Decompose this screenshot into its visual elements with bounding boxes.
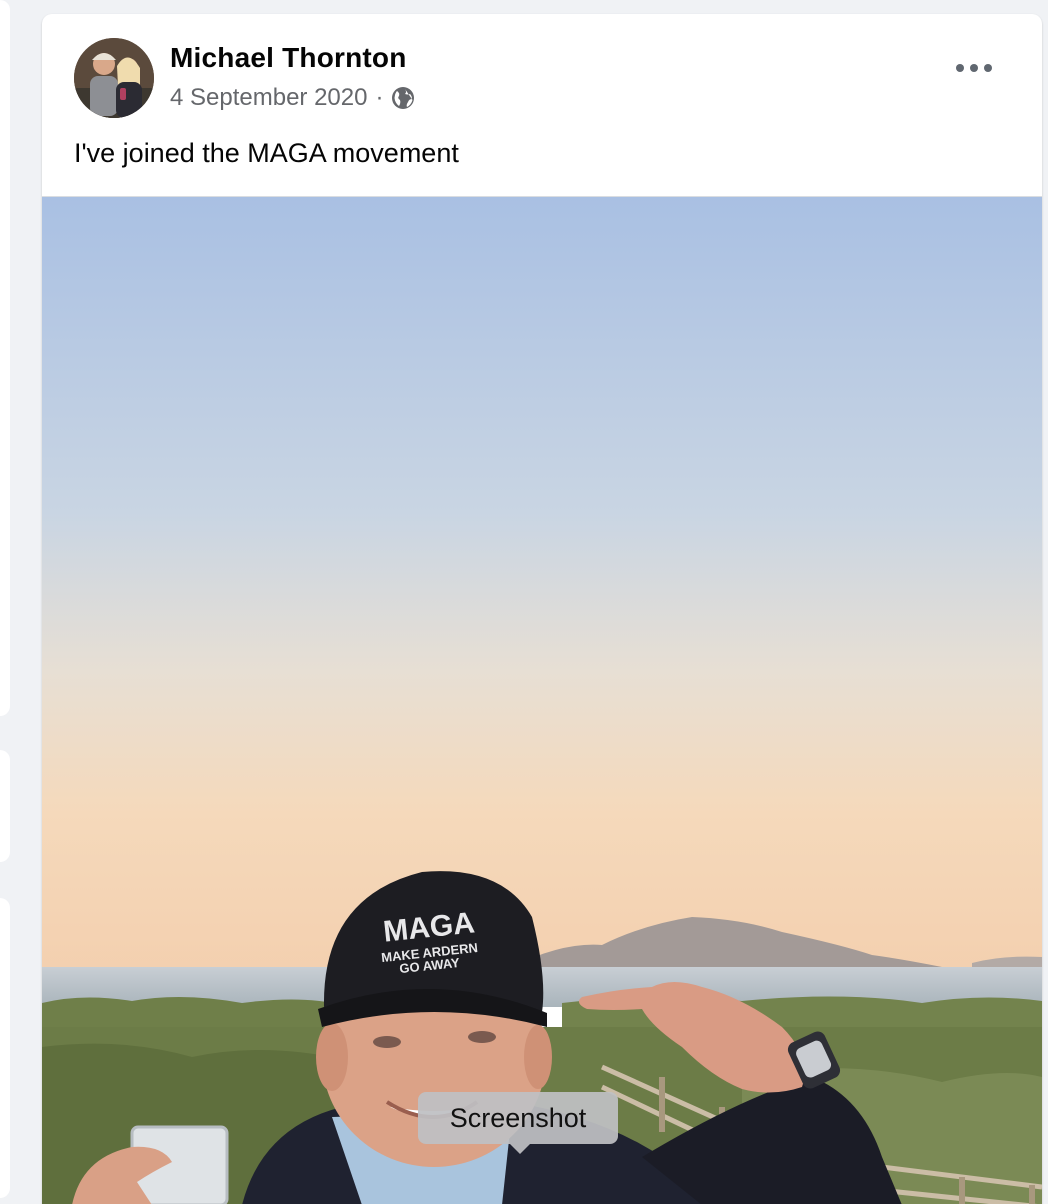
post-meta: 4 September 2020 · (170, 84, 415, 112)
post-header: Michael Thornton 4 September 2020 · (74, 38, 1042, 118)
feed-post: Michael Thornton 4 September 2020 · I've… (42, 14, 1042, 1204)
more-options-icon[interactable] (956, 58, 992, 78)
post-text: I've joined the MAGA movement (74, 138, 459, 168)
left-card-edge (0, 0, 10, 716)
tooltip-arrow (510, 1144, 530, 1154)
post-date[interactable]: 4 September 2020 (170, 84, 367, 112)
left-card-edge (0, 898, 10, 1198)
globe-icon[interactable] (391, 86, 415, 110)
author-name[interactable]: Michael Thornton (170, 42, 407, 74)
meta-separator: · (375, 84, 384, 111)
left-card-edge (0, 750, 10, 862)
post-photo[interactable]: MAGA MAKE ARDERN GO AWAY (42, 196, 1042, 1204)
author-avatar[interactable] (74, 38, 154, 118)
screenshot-tooltip: Screenshot (418, 1092, 618, 1144)
